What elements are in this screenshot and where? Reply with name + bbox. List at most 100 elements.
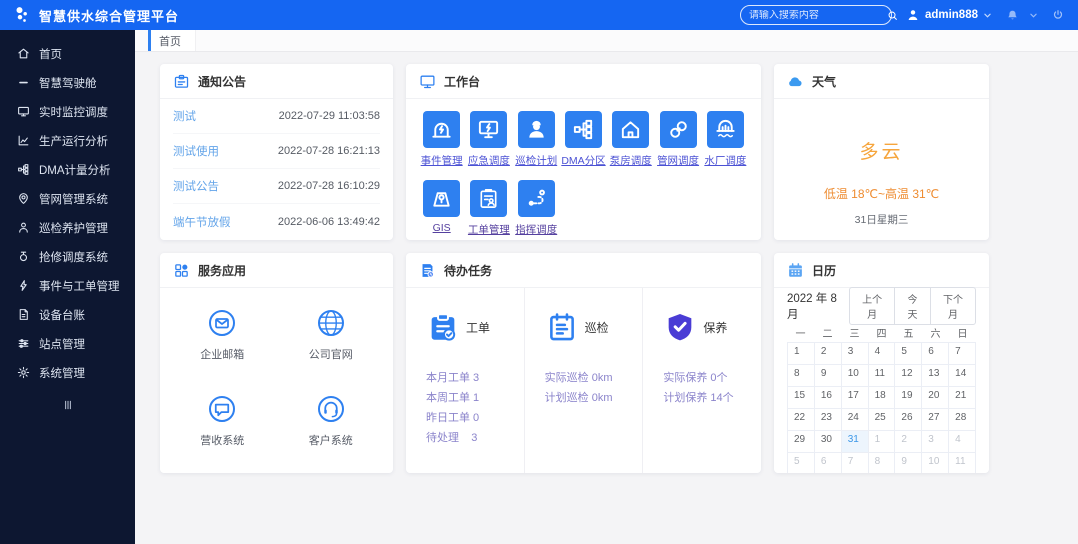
calendar-day-cell[interactable]: 4 bbox=[949, 431, 976, 453]
workbench-app-link[interactable]: GIS bbox=[433, 222, 451, 234]
calendar-day-cell[interactable]: 11 bbox=[949, 453, 976, 473]
calendar-day-cell[interactable]: 24 bbox=[841, 409, 869, 431]
notice-link[interactable]: 测试公告 bbox=[173, 178, 219, 194]
notifications-bell-icon[interactable] bbox=[1006, 9, 1019, 22]
sidebar-item-file[interactable]: 设备台账 bbox=[0, 300, 135, 329]
chain-icon[interactable] bbox=[659, 111, 697, 148]
sidebar-item-valve[interactable]: 抢修调度系统 bbox=[0, 242, 135, 271]
workbench-app-link[interactable]: 管网调度 bbox=[657, 153, 699, 168]
sidebar-item-monitor[interactable]: 实时监控调度 bbox=[0, 97, 135, 126]
calendar-day-cell[interactable]: 11 bbox=[868, 365, 896, 387]
sidebar-item-dash[interactable]: 智慧驾驶舱 bbox=[0, 68, 135, 97]
notice-time: 2022-07-29 11:03:58 bbox=[278, 110, 380, 122]
service-app[interactable]: 营收系统 bbox=[168, 394, 277, 448]
notice-link[interactable]: 测试 bbox=[173, 108, 196, 124]
calendar-day-cell[interactable]: 21 bbox=[949, 387, 976, 409]
calendar-day-cell[interactable]: 4 bbox=[868, 343, 896, 365]
alarm-icon[interactable] bbox=[423, 111, 461, 148]
service-app[interactable]: 客户系统 bbox=[277, 394, 386, 448]
workbench-app-link[interactable]: 工单管理 bbox=[468, 222, 510, 237]
workbench-app-link[interactable]: 应急调度 bbox=[468, 153, 510, 168]
workbench-app-link[interactable]: DMA分区 bbox=[561, 153, 605, 168]
notice-link[interactable]: 端午节放假 bbox=[173, 214, 231, 230]
calendar-day-cell[interactable]: 16 bbox=[814, 387, 842, 409]
clipboard-user-icon[interactable] bbox=[470, 180, 508, 217]
workbench-app-link[interactable]: 水厂调度 bbox=[704, 153, 746, 168]
route-icon[interactable] bbox=[517, 180, 555, 217]
notice-link[interactable]: 测试使用 bbox=[173, 143, 219, 159]
calendar-day-cell[interactable]: 9 bbox=[814, 365, 842, 387]
sidebar-item-dma[interactable]: DMA计量分析 bbox=[0, 155, 135, 184]
sidebar-item-sliders[interactable]: 站点管理 bbox=[0, 329, 135, 358]
notice-card: 通知公告 测试 2022-07-29 11:03:58 测试使用 2022-07… bbox=[160, 64, 393, 240]
service-app[interactable]: 企业邮箱 bbox=[168, 308, 277, 362]
search-icon[interactable] bbox=[887, 10, 898, 21]
plant-icon[interactable] bbox=[706, 111, 744, 148]
calendar-day-cell[interactable]: 5 bbox=[895, 343, 923, 365]
calendar-day-cell[interactable]: 9 bbox=[895, 453, 923, 473]
calendar-day-cell[interactable]: 12 bbox=[895, 365, 923, 387]
calendar-day-cell[interactable]: 3 bbox=[841, 343, 869, 365]
calendar-day-cell[interactable]: 18 bbox=[868, 387, 896, 409]
calendar-day-cell[interactable]: 25 bbox=[868, 409, 896, 431]
tab-home[interactable]: 首页 bbox=[148, 30, 196, 51]
calendar-day-cell[interactable]: 13 bbox=[922, 365, 950, 387]
worker-icon[interactable] bbox=[517, 111, 555, 148]
calendar-day-cell[interactable]: 7 bbox=[949, 343, 976, 365]
calendar-day-cell[interactable]: 10 bbox=[922, 453, 950, 473]
calendar-day-cell[interactable]: 26 bbox=[895, 409, 923, 431]
monitor-bolt-icon[interactable] bbox=[470, 111, 508, 148]
sidebar-item-pin[interactable]: 管网管理系统 bbox=[0, 184, 135, 213]
calendar-day-cell[interactable]: 31 bbox=[841, 431, 869, 453]
search-box[interactable] bbox=[739, 5, 897, 25]
username[interactable]: admin888 bbox=[925, 9, 978, 21]
calendar-day-cell[interactable]: 17 bbox=[841, 387, 869, 409]
workbench-app-link[interactable]: 指挥调度 bbox=[515, 222, 557, 237]
chart-icon bbox=[17, 134, 30, 147]
calendar-day-cell[interactable]: 3 bbox=[922, 431, 950, 453]
calendar-day-cell[interactable]: 1 bbox=[868, 431, 896, 453]
sidebar-item-person[interactable]: 巡检养护管理 bbox=[0, 213, 135, 242]
calendar-day-cell[interactable]: 6 bbox=[922, 343, 950, 365]
calendar-day-cell[interactable]: 2 bbox=[814, 343, 842, 365]
calendar-day-cell[interactable]: 7 bbox=[842, 453, 869, 473]
calendar-day-cell[interactable]: 8 bbox=[869, 453, 896, 473]
gis-icon[interactable] bbox=[423, 180, 461, 217]
house-icon[interactable] bbox=[612, 111, 650, 148]
calendar-day-cell[interactable]: 23 bbox=[814, 409, 842, 431]
search-input[interactable] bbox=[748, 9, 881, 21]
logout-power-icon[interactable] bbox=[1052, 9, 1064, 21]
workbench-app-link[interactable]: 泵房调度 bbox=[610, 153, 652, 168]
sidebar-collapse-icon[interactable] bbox=[0, 398, 135, 412]
sidebar-item-home[interactable]: 首页 bbox=[0, 39, 135, 68]
inspect-icon bbox=[545, 310, 579, 344]
calendar-day-cell[interactable]: 6 bbox=[815, 453, 842, 473]
calendar-day-cell[interactable]: 27 bbox=[922, 409, 950, 431]
calendar-day-cell[interactable]: 19 bbox=[895, 387, 923, 409]
calendar-day-cell[interactable]: 5 bbox=[788, 453, 815, 473]
user-chevron-down-icon[interactable] bbox=[983, 11, 992, 20]
globe-icon bbox=[316, 308, 346, 338]
calendar-day-cell[interactable]: 14 bbox=[949, 365, 976, 387]
calendar-nav-button[interactable]: 今天 bbox=[894, 287, 931, 325]
service-app[interactable]: 公司官网 bbox=[277, 308, 386, 362]
calendar-day-cell[interactable]: 15 bbox=[788, 387, 815, 409]
calendar-day-cell[interactable]: 22 bbox=[788, 409, 815, 431]
calendar-nav-button[interactable]: 上个月 bbox=[849, 287, 896, 325]
calendar-day-cell[interactable]: 20 bbox=[922, 387, 950, 409]
calendar-day-cell[interactable]: 8 bbox=[788, 365, 815, 387]
calendar-day-cell[interactable]: 29 bbox=[788, 431, 815, 453]
calendar-day-cell[interactable]: 10 bbox=[841, 365, 869, 387]
sidebar-item-gear[interactable]: 系统管理 bbox=[0, 358, 135, 387]
sidebar-item-chart[interactable]: 生产运行分析 bbox=[0, 126, 135, 155]
workbench-app-link[interactable]: 巡检计划 bbox=[515, 153, 557, 168]
workbench-app-link[interactable]: 事件管理 bbox=[421, 153, 463, 168]
calendar-day-cell[interactable]: 2 bbox=[895, 431, 923, 453]
calendar-day-cell[interactable]: 28 bbox=[949, 409, 976, 431]
sidebar-item-bolt[interactable]: 事件与工单管理 bbox=[0, 271, 135, 300]
calendar-day-cell[interactable]: 30 bbox=[814, 431, 842, 453]
calendar-nav-button[interactable]: 下个月 bbox=[929, 287, 976, 325]
bell-chevron-down-icon[interactable] bbox=[1029, 11, 1038, 20]
tree-icon[interactable] bbox=[564, 111, 602, 148]
calendar-day-cell[interactable]: 1 bbox=[788, 343, 815, 365]
